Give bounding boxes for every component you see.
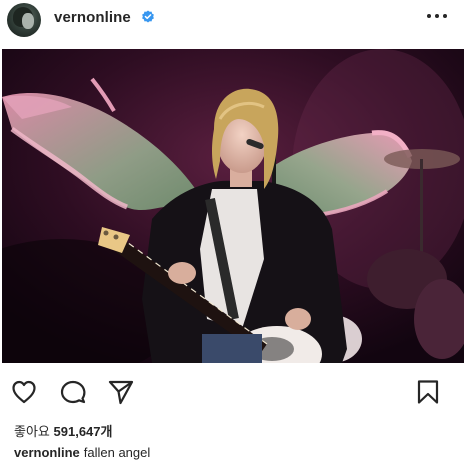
send-icon[interactable] (107, 378, 135, 406)
post-photo[interactable] (2, 49, 464, 363)
username[interactable]: vernonline (54, 9, 131, 26)
instagram-post: vernonline 좋아요 591,647개 vernonline falle… (0, 0, 467, 467)
verified-badge-icon (142, 10, 154, 23)
bookmark-icon[interactable] (414, 378, 442, 406)
post-caption: vernonline fallen angel (14, 445, 150, 460)
action-bar (0, 372, 467, 412)
likes-label: 좋아요 (14, 424, 50, 439)
caption-text: fallen angel (83, 445, 151, 460)
concert-photo-illustration (2, 49, 464, 363)
heart-icon[interactable] (10, 378, 38, 406)
likes-number: 591,647개 (53, 424, 113, 439)
comment-icon[interactable] (59, 378, 87, 406)
post-header: vernonline (0, 0, 467, 40)
likes-count[interactable]: 좋아요 591,647개 (14, 421, 112, 440)
more-options-icon[interactable] (425, 8, 449, 24)
avatar[interactable] (7, 3, 41, 37)
caption-username[interactable]: vernonline (14, 445, 80, 460)
